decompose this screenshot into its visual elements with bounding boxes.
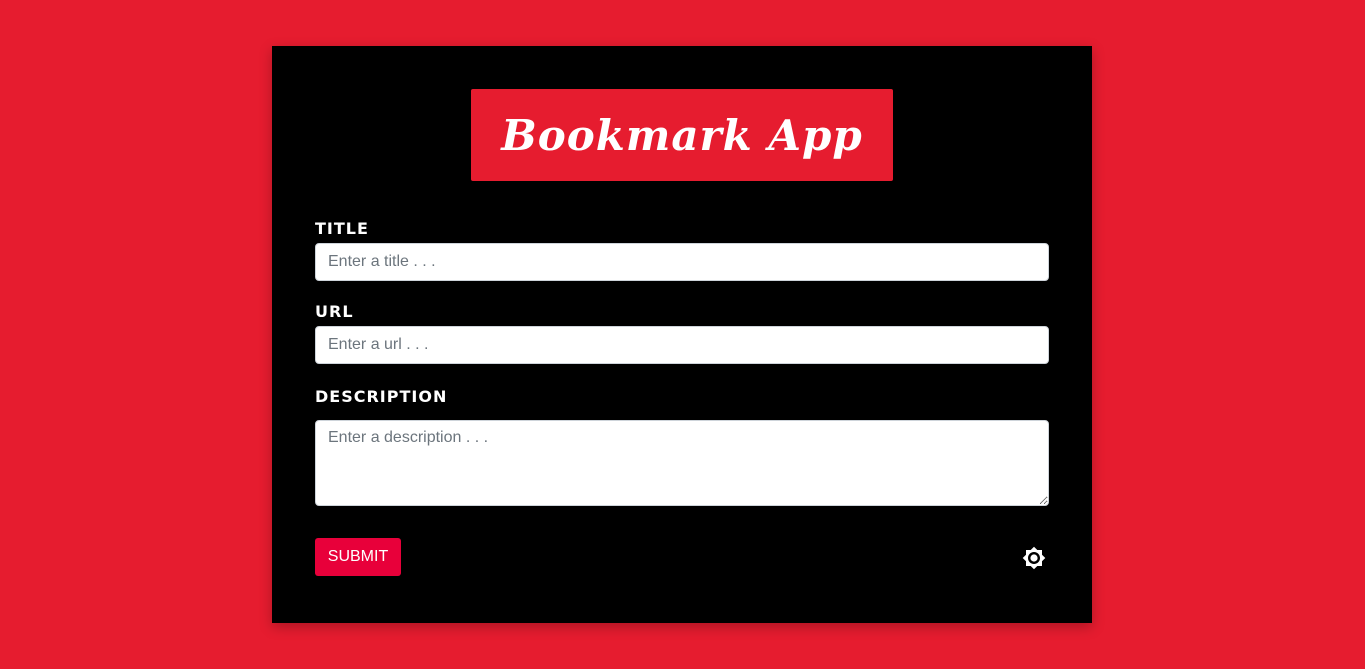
app-title-banner: Bookmark App bbox=[471, 89, 893, 181]
bookmark-form-card: Bookmark App TITLE URL DESCRIPTION SUBMI… bbox=[272, 46, 1092, 623]
app-title: Bookmark App bbox=[501, 110, 863, 160]
description-input[interactable] bbox=[315, 420, 1049, 506]
title-input[interactable] bbox=[315, 243, 1049, 281]
title-label: TITLE bbox=[315, 219, 369, 238]
url-label: URL bbox=[315, 302, 354, 321]
description-label: DESCRIPTION bbox=[315, 387, 448, 406]
brightness-icon[interactable] bbox=[1022, 546, 1046, 570]
submit-button[interactable]: SUBMIT bbox=[315, 538, 401, 576]
url-input[interactable] bbox=[315, 326, 1049, 364]
